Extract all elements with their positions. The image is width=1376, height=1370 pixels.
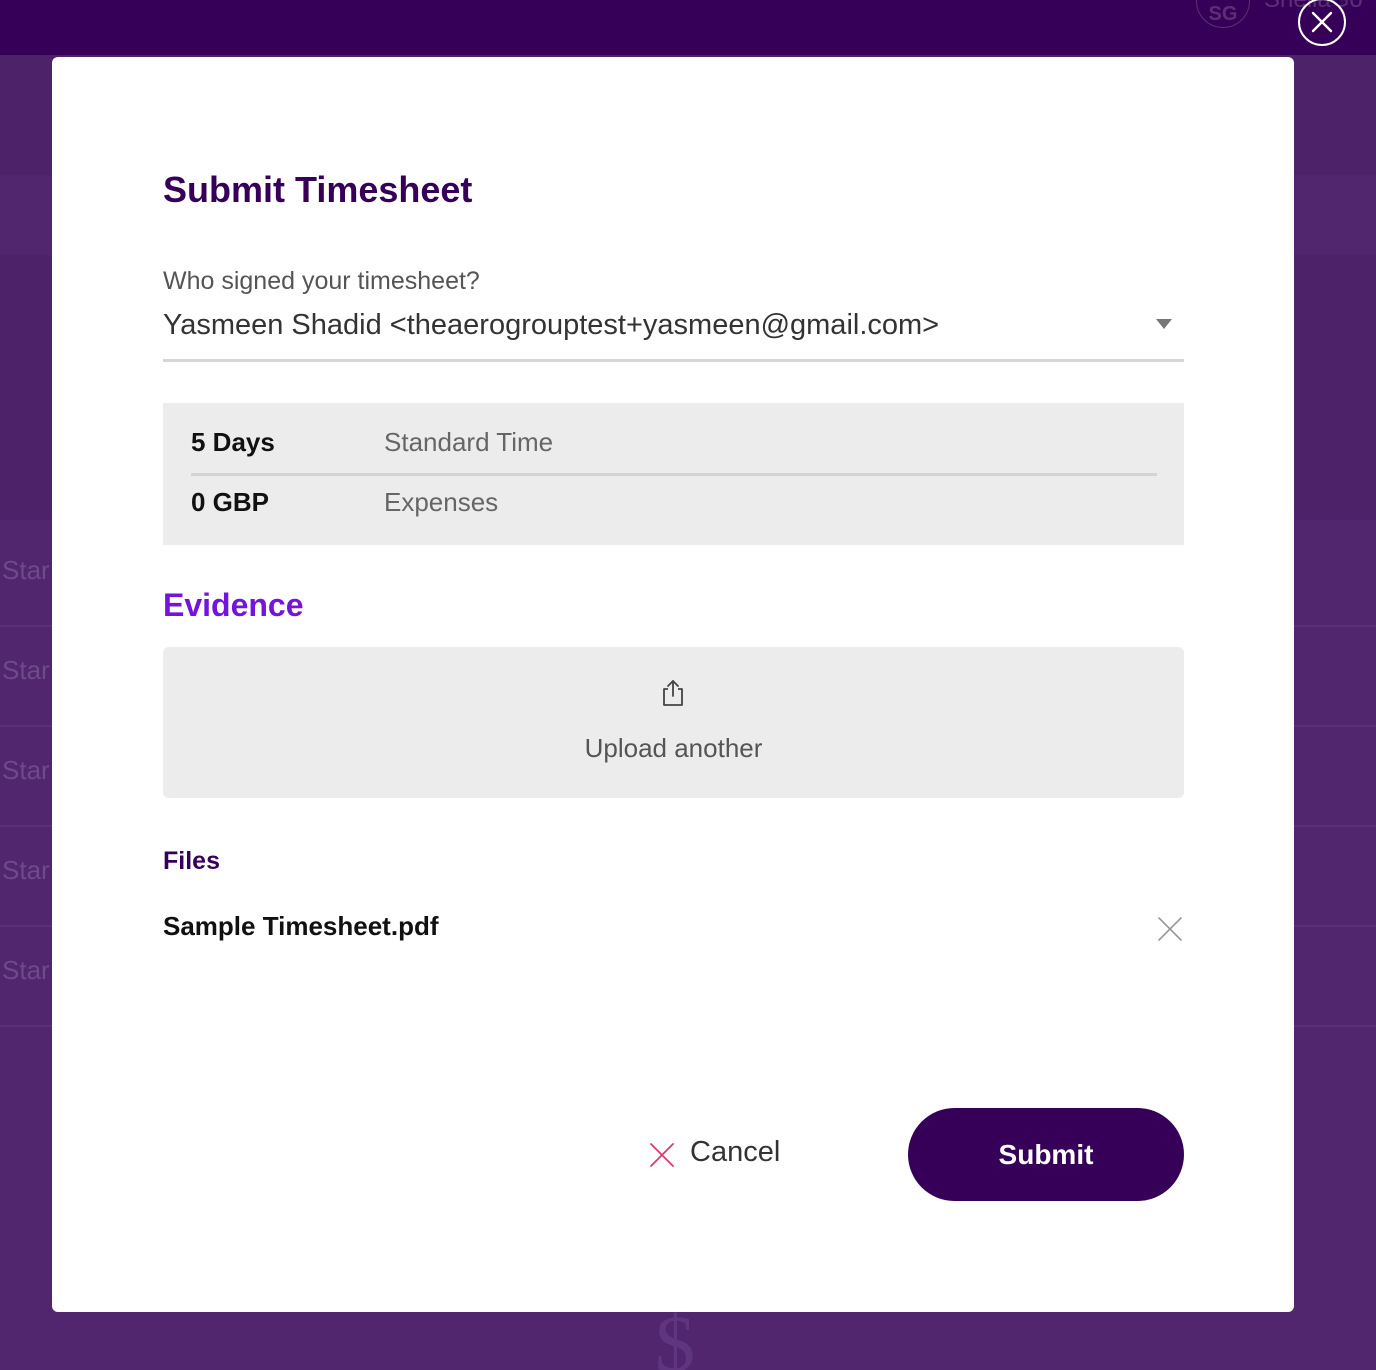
modal-title: Submit Timesheet [163, 169, 473, 210]
timesheet-summary: 5 Days Standard Time 0 GBP Expenses [163, 403, 1184, 545]
files-title: Files [163, 847, 220, 875]
close-icon [650, 1143, 674, 1167]
app-header: SG ShellaGo [0, 0, 1376, 55]
summary-row-standard-time: 5 Days Standard Time [191, 415, 1157, 476]
summary-value: 5 Days [191, 427, 275, 457]
remove-file-icon[interactable] [1158, 917, 1182, 941]
cancel-label: Cancel [690, 1136, 781, 1168]
upload-label: Upload another [584, 733, 763, 763]
signer-label: Who signed your timesheet? [163, 267, 480, 295]
summary-row-expenses: 0 GBP Expenses [191, 475, 1157, 533]
cancel-button[interactable]: Cancel [650, 1134, 790, 1176]
summary-label: Expenses [384, 487, 499, 517]
caret-down-icon [1156, 319, 1172, 329]
signer-selected-value: Yasmeen Shadid <theaerogrouptest+yasmeen… [163, 309, 940, 341]
signer-select[interactable]: Yasmeen Shadid <theaerogrouptest+yasmeen… [163, 305, 1184, 362]
summary-value: 0 GBP [191, 487, 270, 517]
summary-label: Standard Time [384, 427, 554, 457]
close-circle-icon [1311, 11, 1333, 33]
close-modal-button[interactable] [1298, 0, 1346, 46]
file-name: Sample Timesheet.pdf [163, 911, 439, 941]
submit-timesheet-modal: Submit Timesheet Who signed your timeshe… [52, 57, 1294, 1312]
submit-button[interactable]: Submit [908, 1108, 1184, 1201]
evidence-title: Evidence [163, 587, 304, 623]
file-item: Sample Timesheet.pdf [163, 907, 1184, 951]
user-avatar: SG [1196, 0, 1250, 28]
upload-icon [663, 680, 683, 706]
upload-another-button[interactable]: Upload another [163, 647, 1184, 798]
